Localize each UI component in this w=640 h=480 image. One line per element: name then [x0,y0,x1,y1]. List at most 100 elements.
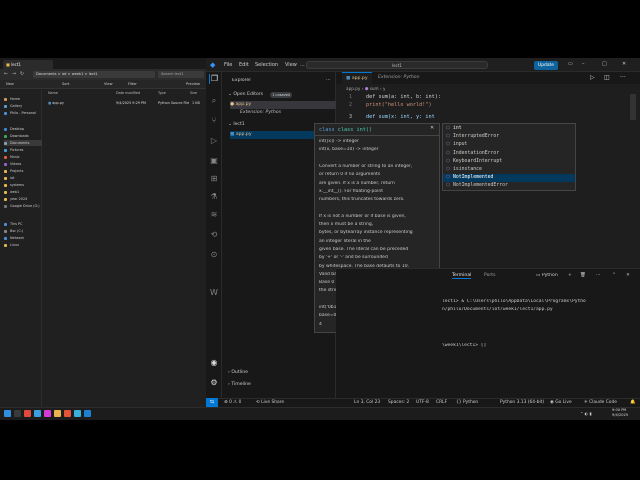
column-size[interactable]: Size [190,91,197,95]
nav-item-home[interactable]: Home [4,96,42,102]
forward-arrow-icon[interactable]: → [11,71,17,77]
nav-item-web1[interactable]: web1 [4,189,42,195]
terminal-prompt[interactable]: \week1\lect1> [] [442,343,638,348]
taskbar-date[interactable]: 9/4/2025 [612,413,628,417]
cursor-position-status[interactable]: Ln 3, Col 23 [354,399,380,407]
menu-file[interactable]: File [224,62,232,68]
close-icon[interactable]: ✕ [622,61,626,67]
wordpress-icon[interactable]: W [209,288,219,298]
timeline-header[interactable]: › Timeline [228,381,251,389]
layout-icon[interactable]: ▭ [568,61,573,67]
nav-item-pictures[interactable]: Pictures [4,147,42,153]
tab-ports[interactable]: Ports [484,273,496,278]
nav-item-documents[interactable]: Documents [4,140,42,146]
new-terminal-icon[interactable]: + [568,273,572,278]
explorer-files-icon[interactable]: ❐ [209,74,219,84]
nav-item-network[interactable]: Network [4,235,42,241]
menu-more[interactable]: ... [300,62,305,68]
run-debug-icon[interactable]: ▷ [209,136,219,146]
live-share-icon[interactable]: ⟲ [209,230,219,240]
tab-terminal[interactable]: Terminal [452,273,472,279]
close-hover-icon[interactable]: ✕ [430,125,434,131]
open-editor-item-extension[interactable]: Extension: Python [240,109,281,117]
more-actions-icon[interactable]: ··· [620,74,626,81]
maximize-panel-icon[interactable]: ⌃ [612,273,616,278]
nav-item-linux[interactable]: Linux [4,242,42,248]
tab-app-py[interactable]: ■ app.py [342,72,372,84]
taskbar-file-explorer-icon[interactable] [54,410,61,417]
interpreter-status[interactable]: Python 3.13 (64-bit) [500,399,544,407]
view-button[interactable]: View [104,82,113,86]
claude-code-status[interactable]: ✳ Claude Code [584,399,617,407]
suggestion-item[interactable]: ⬡ isinstance [443,166,575,174]
update-button[interactable]: Update [534,61,558,70]
menu-selection[interactable]: Selection [255,62,278,68]
nav-item-downloads[interactable]: Downloads [4,133,42,139]
nav-item-year-2024[interactable]: year 2024 [4,196,42,202]
column-type[interactable]: Type [158,91,166,95]
taskbar-app-icon[interactable] [74,410,81,417]
file-row-name[interactable]: ■ app.py [48,101,64,105]
nav-item-c-drive[interactable]: Bsc (C:) [4,228,42,234]
nav-item-desktop[interactable]: Desktop [4,126,42,132]
account-icon[interactable]: ◉ [209,358,219,368]
command-center-search[interactable]: lect1 [306,61,488,69]
terminal-profile-selector[interactable]: ▭ Python [536,273,558,278]
docker-icon[interactable]: ≋ [209,210,219,220]
trash-icon[interactable]: 🗑 [580,273,586,278]
nav-item-google-drive[interactable]: Google Drive (G:) [4,203,42,209]
suggestion-item[interactable]: ⬡ int [443,125,575,133]
open-editor-item-app[interactable]: ● app.py [230,101,336,109]
suggestion-item[interactable]: ⬡ InterruptedError [443,133,575,141]
suggestion-item[interactable]: ⬡ input [443,141,575,149]
tab-extension-python[interactable]: Extension: Python [374,72,438,84]
taskbar-app-icon[interactable] [64,410,71,417]
taskbar-search-icon[interactable] [14,410,21,417]
back-arrow-icon[interactable]: ← [3,71,9,77]
folder-header[interactable]: ⌄ lect1 [228,121,245,129]
notifications-bell-icon[interactable]: 🔔 [630,399,635,407]
language-status[interactable]: {} Python [456,399,478,407]
indentation-status[interactable]: Spaces: 2 [388,399,409,407]
testing-icon[interactable]: ⚗ [209,192,219,202]
suggestion-item[interactable]: ⬡ NotImplemented [443,174,575,183]
system-tray-icons[interactable]: ⌃ ◐ ▮ [580,411,592,416]
menu-view[interactable]: View [285,62,297,68]
split-editor-icon[interactable]: ◫ [604,74,610,81]
suggestion-item[interactable]: ⬡ IndentationError [443,150,575,158]
settings-gear-icon[interactable]: ⚙ [209,378,219,388]
code-line-3[interactable]: def sum(x: int, y: int [366,114,435,120]
code-line-1[interactable]: def sum(a: int, b: int): [366,94,441,100]
minimize-icon[interactable]: – [582,61,585,67]
sort-button[interactable]: Sort [62,82,69,86]
maximize-icon[interactable]: □ [602,61,607,67]
new-button[interactable]: New [6,82,14,86]
explorer-path-input[interactable]: Documents > iot > week1 > lect1 [33,71,155,78]
github-icon[interactable]: ⊙ [209,250,219,260]
extensions-icon[interactable]: ⊞ [209,174,219,184]
menu-edit[interactable]: Edit [239,62,249,68]
code-line-2[interactable]: print("hello world!") [366,102,432,108]
nav-item-onedrive[interactable]: Philo - Personal [4,110,42,116]
taskbar-time[interactable]: 9:00 PM [612,408,626,412]
nav-item-gallery[interactable]: Gallery [4,103,42,109]
column-name[interactable]: Name [48,91,58,95]
nav-item-projects[interactable]: Projects [4,168,42,174]
refresh-icon[interactable]: ↻ [19,71,25,77]
search-icon[interactable]: ⌕ [209,96,219,106]
more-actions-icon[interactable]: ··· [326,77,331,83]
breadcrumb[interactable]: app.py › ⬢ sum › y [346,86,385,91]
taskbar-app-icon[interactable] [34,410,41,417]
run-icon[interactable]: ▷ [590,74,595,81]
close-panel-icon[interactable]: ✕ [626,273,630,278]
column-date-modified[interactable]: Date modified [116,91,140,95]
nav-item-systems[interactable]: systems [4,182,42,188]
encoding-status[interactable]: UTF-8 [416,399,429,407]
suggestion-item[interactable]: ⬡ KeyboardInterrupt [443,158,575,166]
more-actions-icon[interactable]: ··· [596,273,600,278]
nav-item-iot[interactable]: iot [4,175,42,181]
nav-item-music[interactable]: Music [4,154,42,160]
start-windows-icon[interactable] [4,410,11,417]
nav-item-videos[interactable]: Videos [4,161,42,167]
filter-button[interactable]: Filter [128,82,137,86]
